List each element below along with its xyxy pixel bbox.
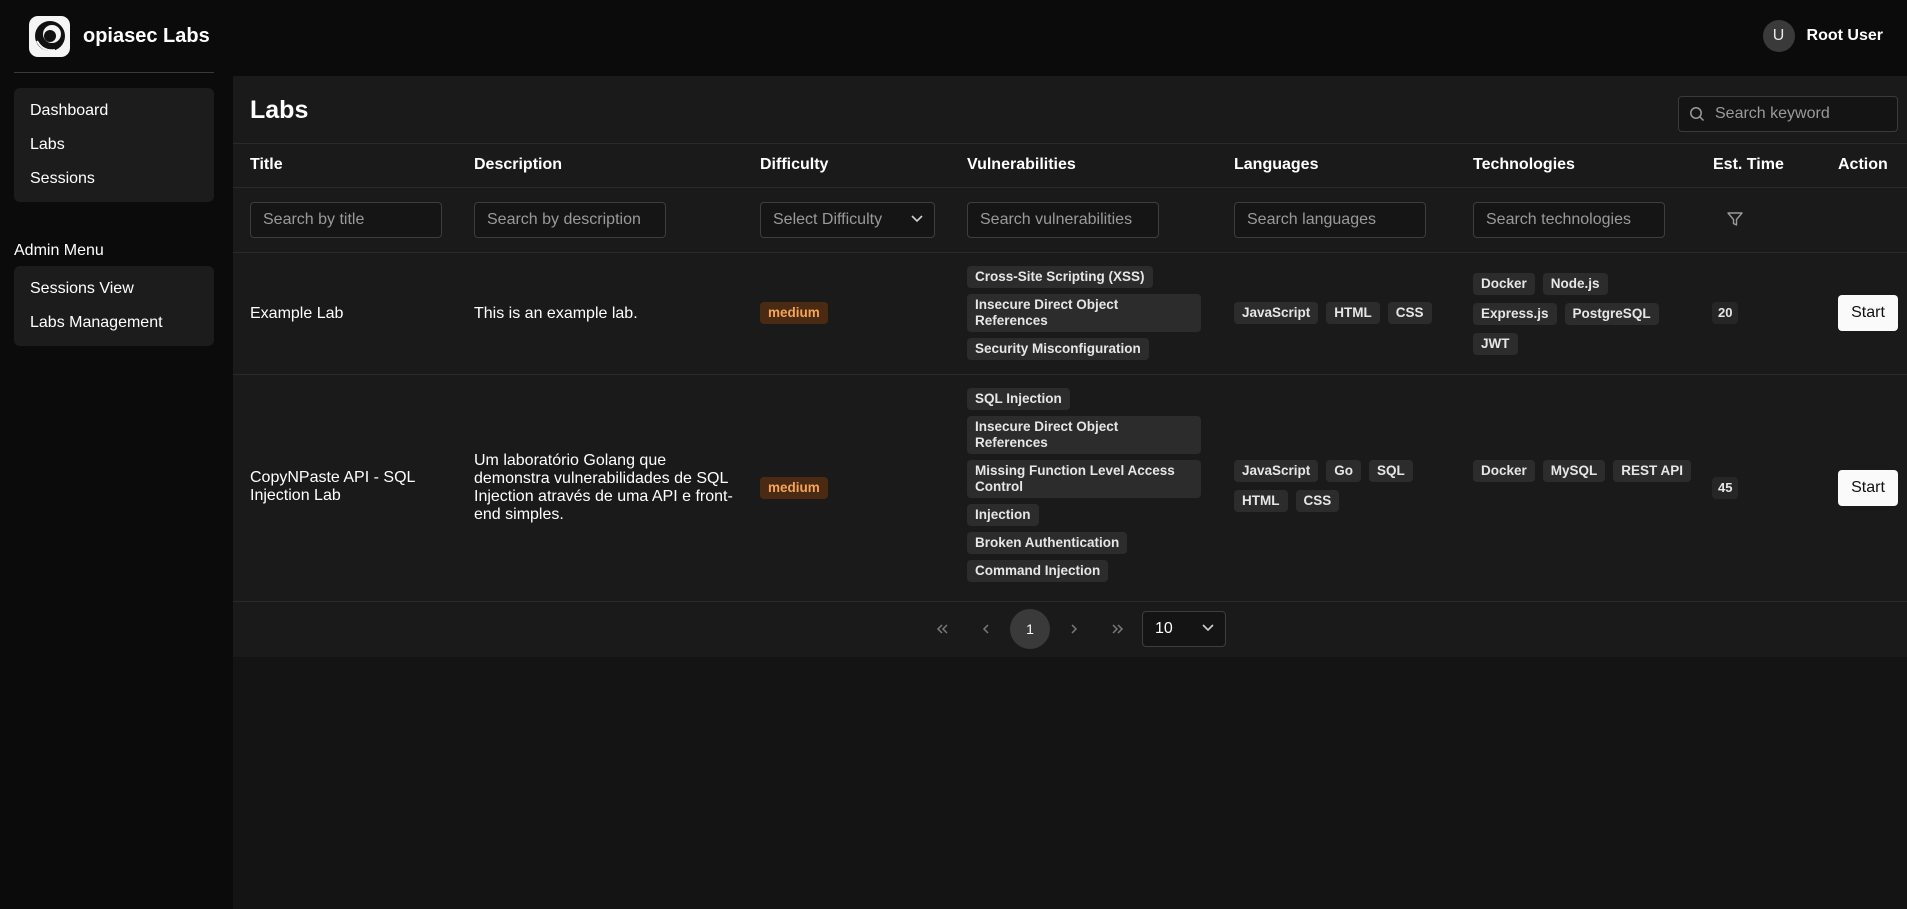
technology-tag: Node.js <box>1542 273 1608 295</box>
page-title: Labs <box>250 96 309 124</box>
start-button[interactable]: Start <box>1838 470 1898 506</box>
language-tag: SQL <box>1369 460 1413 482</box>
technology-tag: Docker <box>1473 460 1535 482</box>
app-name: opiasec Labs <box>83 24 210 47</box>
vulnerability-tag: Cross-Site Scripting (XSS) <box>967 266 1153 288</box>
title-filter-input[interactable] <box>250 202 442 238</box>
user-name[interactable]: Root User <box>1807 27 1883 45</box>
column-header-est-time[interactable]: Est. Time <box>1713 156 1784 174</box>
chevron-down-icon <box>1201 620 1215 639</box>
technology-tags: Docker Node.js Express.js PostgreSQL JWT <box>1473 273 1693 355</box>
sidebar-item-dashboard[interactable]: Dashboard <box>14 94 214 128</box>
vulnerability-tag: Broken Authentication <box>967 532 1128 554</box>
vulnerability-tag: Insecure Direct Object References <box>967 416 1201 454</box>
avatar[interactable]: U <box>1762 20 1795 52</box>
language-tags: JavaScript Go SQL HTML CSS <box>1234 460 1454 512</box>
search-icon <box>1679 106 1715 122</box>
difficulty-select[interactable]: Select Difficulty <box>760 202 935 238</box>
column-header-difficulty[interactable]: Difficulty <box>760 156 828 174</box>
technology-tag: Express.js <box>1473 303 1557 325</box>
language-tag: HTML <box>1234 490 1288 512</box>
vulnerability-tag: Injection <box>967 504 1039 526</box>
page-size-value: 10 <box>1155 620 1173 637</box>
description-filter-input[interactable] <box>474 202 666 238</box>
technology-tags: Docker MySQL REST API <box>1473 460 1693 482</box>
column-header-action: Action <box>1838 156 1888 173</box>
technology-tag: REST API <box>1613 460 1692 482</box>
column-header-description[interactable]: Description <box>474 156 562 174</box>
column-header-title[interactable]: Title <box>250 156 283 174</box>
lab-title: CopyNPaste API - SQL Injection Lab <box>250 469 415 504</box>
vulnerability-tag: Security Misconfiguration <box>967 338 1149 360</box>
divider <box>233 374 1907 375</box>
admin-nav: Sessions View Labs Management <box>14 266 214 346</box>
vulnerability-tag: Missing Function Level Access Control <box>967 460 1201 498</box>
last-page-button[interactable] <box>1098 609 1138 649</box>
language-tag: CSS <box>1295 490 1340 512</box>
main-content: Labs Title Description Difficulty Vulner… <box>233 76 1907 657</box>
language-tag: Go <box>1326 460 1362 482</box>
divider <box>233 601 1907 602</box>
next-page-button[interactable] <box>1054 609 1094 649</box>
admin-menu-title: Admin Menu <box>14 242 104 259</box>
difficulty-select-value: Select Difficulty <box>773 211 883 228</box>
lab-description: Um laboratório Golang que demonstra vuln… <box>474 452 733 523</box>
user-menu[interactable]: U Root User <box>1762 20 1883 52</box>
sidebar-item-sessions[interactable]: Sessions <box>14 162 214 196</box>
chevron-left-icon <box>982 624 989 634</box>
vulnerability-tags: Cross-Site Scripting (XSS) Insecure Dire… <box>967 266 1201 360</box>
filter-icon[interactable] <box>1726 210 1744 232</box>
language-tag: JavaScript <box>1234 460 1319 482</box>
language-tag: CSS <box>1387 302 1432 324</box>
technology-tag: Docker <box>1473 273 1535 295</box>
previous-page-button[interactable] <box>966 609 1006 649</box>
divider <box>14 72 214 73</box>
sidebar-item-labs[interactable]: Labs <box>14 128 214 162</box>
vulnerability-tag: Command Injection <box>967 560 1109 582</box>
divider <box>233 252 1907 253</box>
technology-tag: JWT <box>1473 333 1518 355</box>
est-time-badge: 45 <box>1712 477 1739 499</box>
chevron-right-icon <box>1071 624 1078 634</box>
vulnerabilities-filter-input[interactable] <box>967 202 1159 238</box>
est-time-badge: 20 <box>1712 302 1739 324</box>
lab-title: Example Lab <box>250 305 344 322</box>
page-size-select[interactable]: 10 <box>1142 611 1226 647</box>
chevron-down-icon <box>910 211 924 230</box>
lab-description: This is an example lab. <box>474 305 638 322</box>
technology-tag: PostgreSQL <box>1564 303 1659 325</box>
main-nav: Dashboard Labs Sessions <box>14 88 214 202</box>
top-bar: opiasec Labs U Root User <box>0 0 1907 76</box>
difficulty-badge: medium <box>760 477 828 499</box>
double-chevron-left-icon <box>936 624 948 634</box>
divider <box>233 143 1907 144</box>
current-page-button[interactable]: 1 <box>1010 609 1050 649</box>
vulnerability-tag: SQL Injection <box>967 388 1070 410</box>
first-page-button[interactable] <box>922 609 962 649</box>
keyword-search[interactable] <box>1678 96 1898 132</box>
languages-filter-input[interactable] <box>1234 202 1426 238</box>
sidebar-item-sessions-view[interactable]: Sessions View <box>14 272 214 306</box>
sidebar: Dashboard Labs Sessions Admin Menu Sessi… <box>0 76 233 909</box>
logo-icon <box>29 15 70 57</box>
double-chevron-right-icon <box>1112 624 1124 634</box>
divider <box>233 187 1907 188</box>
vulnerability-tag: Insecure Direct Object References <box>967 294 1201 332</box>
technology-tag: MySQL <box>1542 460 1606 482</box>
brand[interactable]: opiasec Labs <box>29 15 210 57</box>
vulnerability-tags: SQL Injection Insecure Direct Object Ref… <box>967 388 1201 582</box>
column-header-technologies[interactable]: Technologies <box>1473 156 1575 174</box>
sidebar-item-labs-management[interactable]: Labs Management <box>14 306 214 340</box>
search-input[interactable] <box>1715 105 1890 123</box>
language-tag: HTML <box>1326 302 1380 324</box>
column-header-vulnerabilities[interactable]: Vulnerabilities <box>967 156 1076 174</box>
language-tags: JavaScript HTML CSS <box>1234 302 1454 324</box>
difficulty-badge: medium <box>760 302 828 324</box>
language-tag: JavaScript <box>1234 302 1319 324</box>
start-button[interactable]: Start <box>1838 295 1898 331</box>
column-header-languages[interactable]: Languages <box>1234 156 1318 174</box>
technologies-filter-input[interactable] <box>1473 202 1665 238</box>
